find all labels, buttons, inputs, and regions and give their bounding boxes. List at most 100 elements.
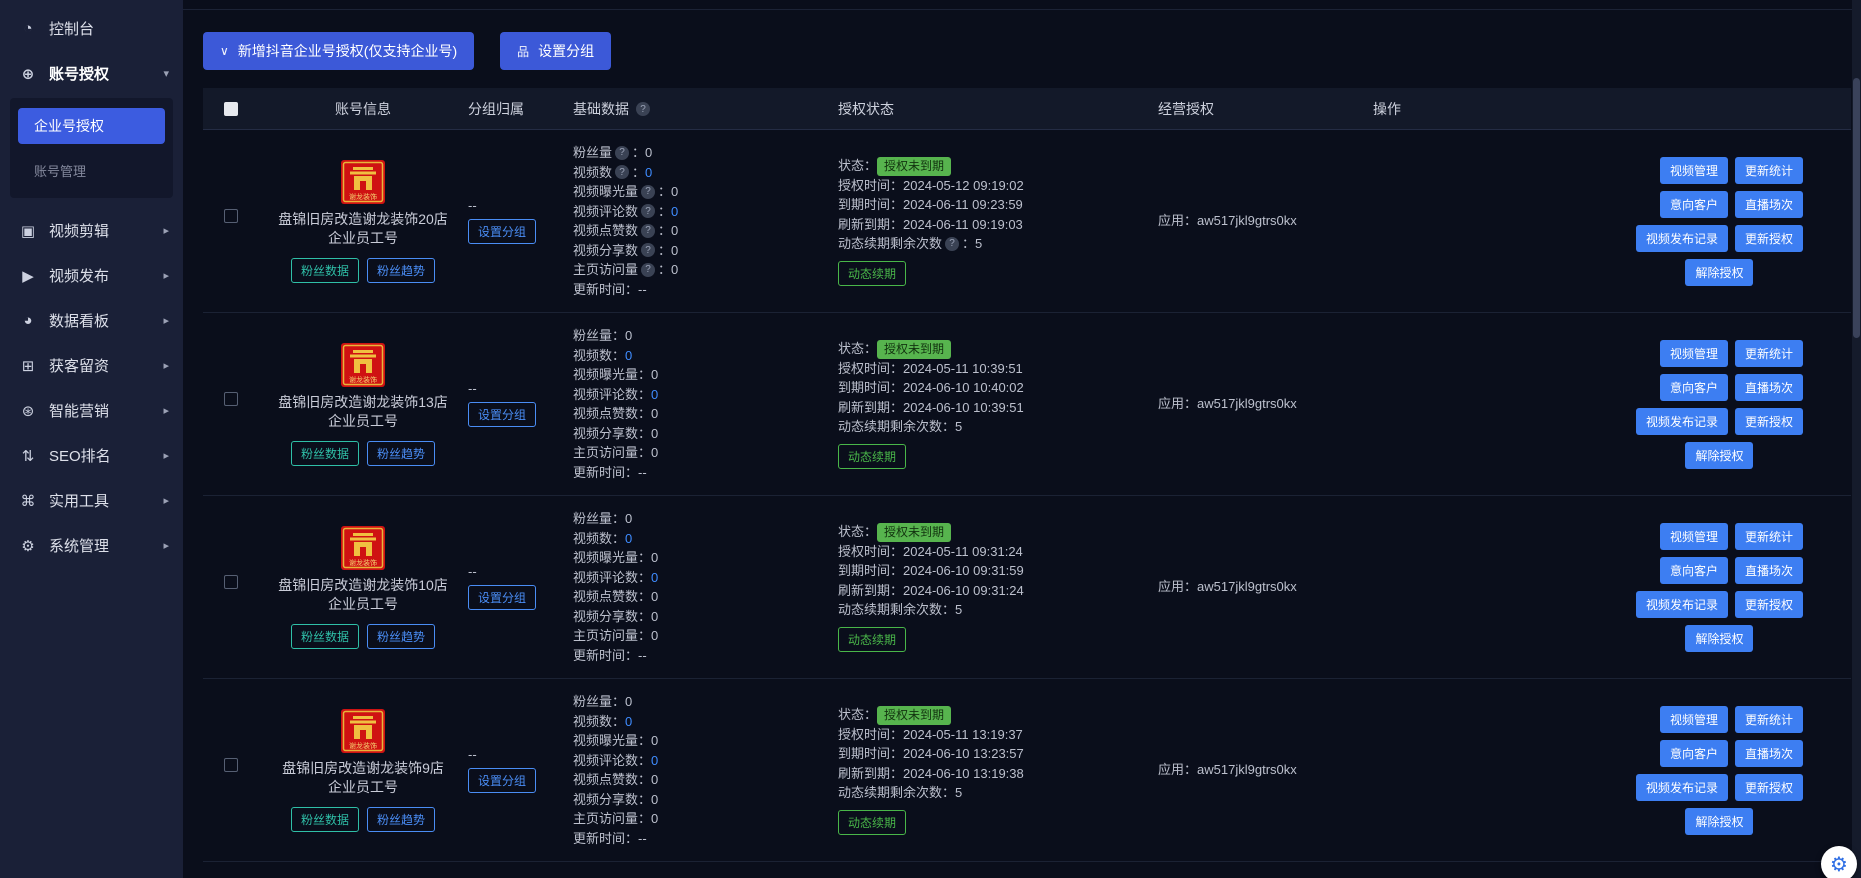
dynamic-renew-button[interactable]: 动态续期	[838, 261, 906, 286]
renew-authorization-button[interactable]: 更新授权	[1735, 591, 1803, 618]
stat-value: 0	[651, 548, 658, 568]
stat-value[interactable]: 0	[651, 751, 658, 771]
sidebar-item-account-auth[interactable]: ⊕ 账号授权 ▾	[0, 51, 183, 96]
sidebar-item-seo-rank[interactable]: ⇅ SEO排名 ▸	[0, 433, 183, 478]
update-stats-button[interactable]: 更新统计	[1735, 523, 1803, 550]
set-group-button[interactable]: 品 设置分组	[500, 32, 611, 70]
stat-value[interactable]: 0	[671, 202, 678, 222]
sidebar-item-label: 系统管理	[49, 535, 109, 556]
help-icon[interactable]: ?	[945, 237, 959, 251]
scrollbar[interactable]	[1852, 0, 1861, 878]
fans-trend-button[interactable]: 粉丝趋势	[367, 624, 435, 649]
status-line: 状态 ： 授权未到期	[838, 339, 951, 359]
video-publish-record-button[interactable]: 视频发布记录	[1636, 408, 1728, 435]
live-sessions-button[interactable]: 直播场次	[1735, 740, 1803, 767]
intent-customer-button[interactable]: 意向客户	[1660, 740, 1728, 767]
dynamic-renew-button[interactable]: 动态续期	[838, 444, 906, 469]
set-group-row-button[interactable]: 设置分组	[468, 402, 536, 427]
row-checkbox[interactable]	[224, 209, 238, 223]
sidebar-subitem-enterprise-auth[interactable]: 企业号授权	[18, 108, 165, 144]
stat-value[interactable]: 0	[651, 385, 658, 405]
revoke-authorization-button[interactable]: 解除授权	[1685, 259, 1753, 286]
help-icon[interactable]: ?	[641, 185, 655, 199]
fans-data-button[interactable]: 粉丝数据	[291, 807, 359, 832]
help-icon[interactable]: ?	[615, 165, 629, 179]
select-all-checkbox[interactable]	[224, 102, 238, 116]
fans-trend-button[interactable]: 粉丝趋势	[367, 258, 435, 283]
renew-authorization-button[interactable]: 更新授权	[1735, 225, 1803, 252]
live-sessions-button[interactable]: 直播场次	[1735, 374, 1803, 401]
video-publish-record-button[interactable]: 视频发布记录	[1636, 774, 1728, 801]
revoke-authorization-button[interactable]: 解除授权	[1685, 625, 1753, 652]
help-icon[interactable]: ?	[636, 102, 650, 116]
intent-customer-button[interactable]: 意向客户	[1660, 557, 1728, 584]
help-icon[interactable]: ?	[615, 146, 629, 160]
fans-data-button[interactable]: 粉丝数据	[291, 624, 359, 649]
scrollbar-thumb[interactable]	[1853, 78, 1860, 338]
sidebar-item-tools[interactable]: ⌘ 实用工具 ▸	[0, 478, 183, 523]
fans-trend-button[interactable]: 粉丝趋势	[367, 441, 435, 466]
fans-data-button[interactable]: 粉丝数据	[291, 258, 359, 283]
dynamic-renew-button[interactable]: 动态续期	[838, 810, 906, 835]
stat-value[interactable]: 0	[645, 163, 652, 183]
intent-customer-button[interactable]: 意向客户	[1660, 374, 1728, 401]
help-icon[interactable]: ?	[641, 224, 655, 238]
revoke-authorization-button[interactable]: 解除授权	[1685, 808, 1753, 835]
stat-value[interactable]: 0	[651, 568, 658, 588]
intent-customer-button[interactable]: 意向客户	[1660, 191, 1728, 218]
video-manage-button[interactable]: 视频管理	[1660, 523, 1728, 550]
stat-value[interactable]: 0	[625, 529, 632, 549]
sidebar-item-console[interactable]: ◔ 控制台	[0, 6, 183, 51]
seo-icon: ⇅	[19, 447, 37, 465]
video-manage-button[interactable]: 视频管理	[1660, 340, 1728, 367]
help-icon[interactable]: ?	[641, 243, 655, 257]
stat-line: 视频分享数 ? ： 0	[573, 424, 658, 444]
live-sessions-button[interactable]: 直播场次	[1735, 557, 1803, 584]
video-publish-record-button[interactable]: 视频发布记录	[1636, 225, 1728, 252]
sidebar-item-video-publish[interactable]: ▶ 视频发布 ▸	[0, 253, 183, 298]
stat-value[interactable]: 0	[625, 346, 632, 366]
update-stats-button[interactable]: 更新统计	[1735, 706, 1803, 733]
set-group-row-button[interactable]: 设置分组	[468, 768, 536, 793]
chevron-right-icon: ▸	[163, 449, 169, 462]
sidebar-item-data-board[interactable]: ◕ 数据看板 ▸	[0, 298, 183, 343]
stat-value: 0	[671, 182, 678, 202]
stat-label: 视频数	[573, 163, 612, 183]
gear-icon: ⚙	[19, 537, 37, 555]
sidebar-subitem-account-manage[interactable]: 账号管理	[18, 152, 165, 188]
floating-assistant-button[interactable]: ⚙	[1821, 846, 1857, 878]
revoke-authorization-button[interactable]: 解除授权	[1685, 442, 1753, 469]
stat-value[interactable]: 0	[625, 712, 632, 732]
fans-data-button[interactable]: 粉丝数据	[291, 441, 359, 466]
video-manage-button[interactable]: 视频管理	[1660, 157, 1728, 184]
gear-icon: ⚙	[1830, 852, 1848, 877]
account-logo-text: 谢龙装饰	[349, 192, 377, 201]
update-stats-button[interactable]: 更新统计	[1735, 157, 1803, 184]
update-stats-button[interactable]: 更新统计	[1735, 340, 1803, 367]
chevron-right-icon: ▸	[163, 494, 169, 507]
live-sessions-button[interactable]: 直播场次	[1735, 191, 1803, 218]
row-checkbox[interactable]	[224, 575, 238, 589]
renew-authorization-button[interactable]: 更新授权	[1735, 774, 1803, 801]
set-group-row-button[interactable]: 设置分组	[468, 219, 536, 244]
sidebar-item-smart-marketing[interactable]: ⊛ 智能营销 ▸	[0, 388, 183, 433]
status-badge: 授权未到期	[877, 523, 951, 542]
help-icon[interactable]: ?	[641, 204, 655, 218]
video-publish-record-button[interactable]: 视频发布记录	[1636, 591, 1728, 618]
set-group-row-button[interactable]: 设置分组	[468, 585, 536, 610]
sidebar-item-system-manage[interactable]: ⚙ 系统管理 ▸	[0, 523, 183, 568]
row-checkbox[interactable]	[224, 392, 238, 406]
account-type: 企业员工号	[328, 229, 398, 248]
row-checkbox[interactable]	[224, 758, 238, 772]
sidebar-item-leads[interactable]: ⊞ 获客留资 ▸	[0, 343, 183, 388]
add-enterprise-auth-button[interactable]: ∨ 新增抖音企业号授权(仅支持企业号)	[203, 32, 474, 70]
dynamic-renew-button[interactable]: 动态续期	[838, 627, 906, 652]
stat-label: 粉丝量	[573, 143, 612, 163]
renew-authorization-button[interactable]: 更新授权	[1735, 408, 1803, 435]
help-icon[interactable]: ?	[641, 263, 655, 277]
fans-trend-button[interactable]: 粉丝趋势	[367, 807, 435, 832]
sidebar-item-video-edit[interactable]: ▣ 视频剪辑 ▸	[0, 208, 183, 253]
video-manage-button[interactable]: 视频管理	[1660, 706, 1728, 733]
stat-line: 视频数 ? ： 0	[573, 529, 632, 549]
app-id-value: aw517jkl9gtrs0kx	[1197, 760, 1297, 780]
